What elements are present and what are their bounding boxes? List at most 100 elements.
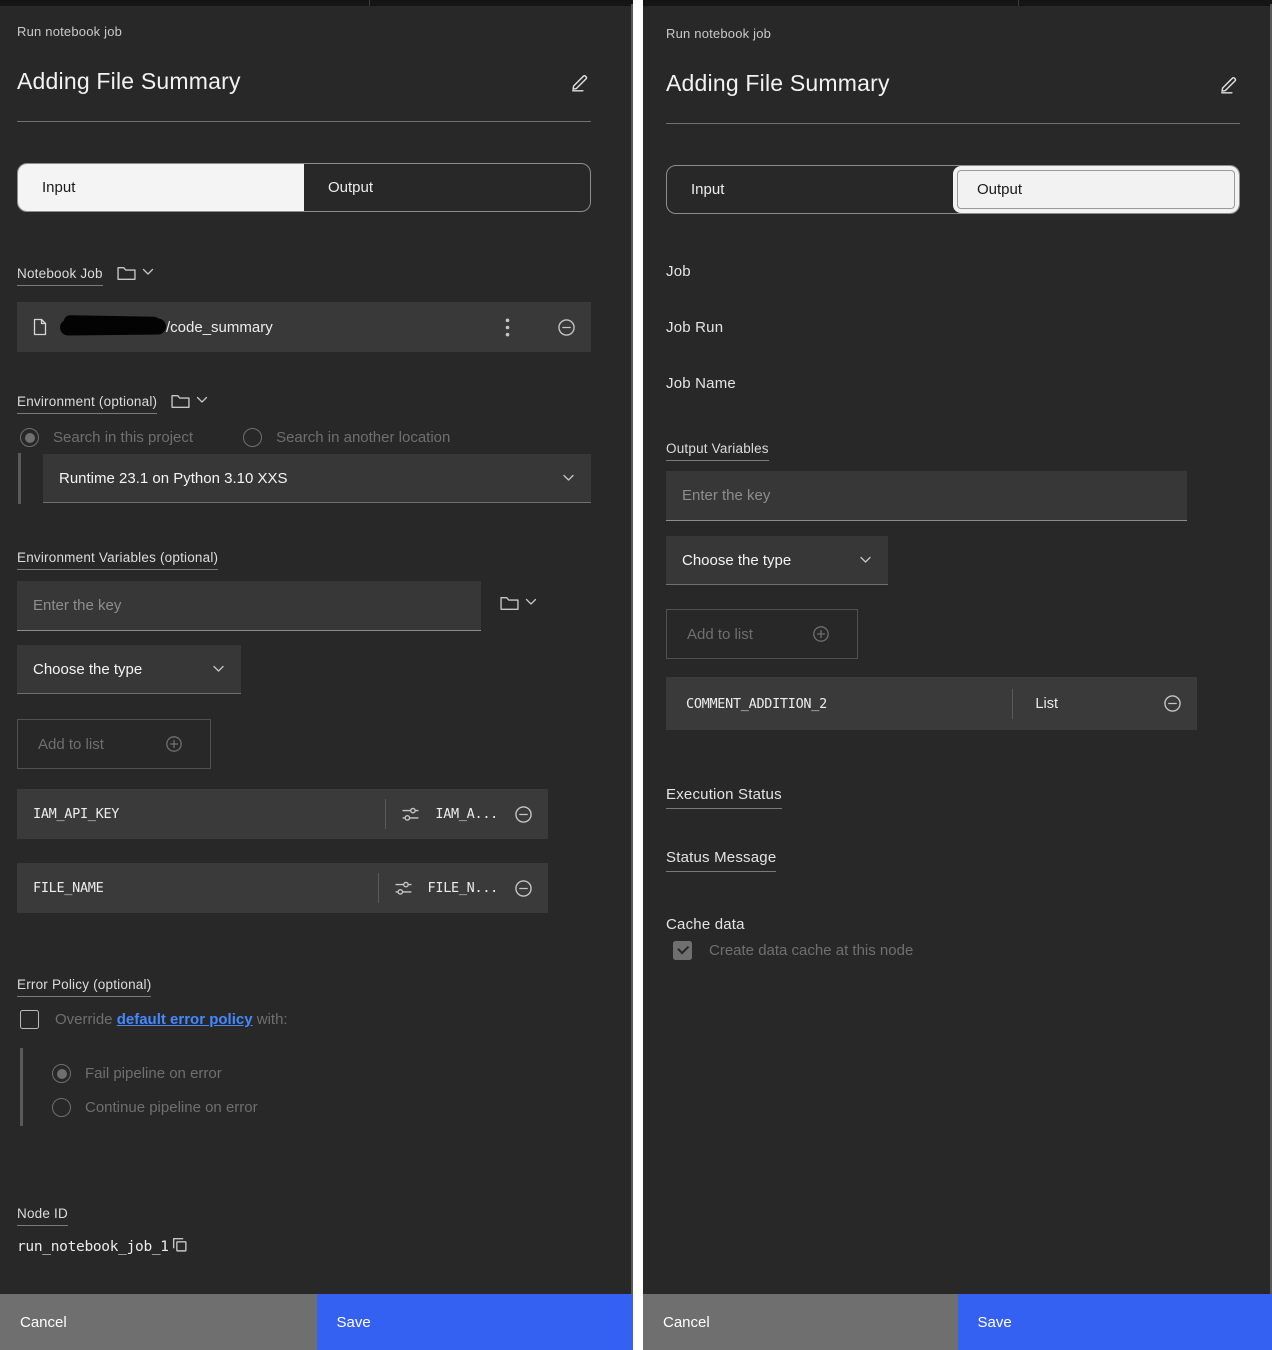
output-var-key: COMMENT_ADDITION_2 (682, 696, 827, 712)
remove-notebook-icon[interactable] (556, 317, 577, 338)
cancel-button[interactable]: Cancel (0, 1294, 317, 1350)
env-var-row: FILE_NAME FILE_N... (17, 863, 548, 913)
tab-input[interactable]: Input (18, 164, 304, 211)
panel-footer: Cancel Save (643, 1294, 1272, 1350)
add-to-list-button[interactable]: Add to list (17, 719, 211, 769)
run-notebook-job-panel-output: Run notebook job Adding File Summary Inp… (643, 0, 1272, 1350)
error-policy-label: Error Policy (optional) (17, 977, 151, 997)
top-strip (643, 0, 1272, 6)
chevron-down-icon (142, 268, 154, 276)
edit-title-button[interactable] (569, 71, 591, 93)
radio-search-this-project-label: Search in this project (53, 429, 193, 446)
output-variables-label: Output Variables (666, 441, 769, 461)
radio-search-another-location[interactable] (243, 428, 262, 447)
redacted-path-text (60, 318, 166, 335)
run-notebook-job-panel-input: Run notebook job Adding File Summary Inp… (0, 0, 633, 1350)
override-text-prefix: Override (55, 1011, 117, 1028)
add-to-list-label: Add to list (38, 736, 104, 753)
chevron-down-icon (525, 598, 537, 606)
status-message-label: Status Message (666, 849, 776, 872)
title-divider (17, 121, 591, 122)
folder-icon (500, 596, 519, 611)
radio-search-another-location-label: Search in another location (276, 429, 450, 446)
env-var-row: IAM_API_KEY IAM_A... (17, 789, 548, 839)
remove-row-icon[interactable] (513, 804, 534, 825)
save-button[interactable]: Save (958, 1294, 1272, 1350)
runtime-dropdown[interactable]: Runtime 23.1 on Python 3.10 XXS (43, 454, 591, 503)
radio-continue-pipeline[interactable] (52, 1098, 71, 1117)
radio-fail-pipeline[interactable] (52, 1064, 71, 1083)
add-to-list-button[interactable]: Add to list (666, 609, 858, 659)
chevron-down-icon (562, 474, 575, 482)
chevron-down-icon (859, 556, 872, 564)
environment-label: Environment (optional) (17, 394, 157, 414)
settings-adjust-icon[interactable] (394, 879, 413, 898)
edit-pencil-icon (1218, 73, 1240, 95)
env-var-value: FILE_N... (428, 880, 498, 896)
env-var-value: IAM_A... (435, 806, 498, 822)
save-button[interactable]: Save (317, 1294, 634, 1350)
tab-output[interactable]: Output (304, 164, 590, 211)
env-var-type-dropdown[interactable]: Choose the type (17, 645, 241, 694)
radio-search-this-project[interactable] (20, 428, 39, 447)
copy-icon[interactable] (171, 1236, 188, 1253)
node-id-label: Node ID (17, 1206, 68, 1226)
chevron-down-icon (212, 665, 225, 673)
panel-footer: Cancel Save (0, 1294, 633, 1350)
indent-line (18, 453, 21, 504)
edit-pencil-icon (569, 71, 591, 93)
notebook-job-label: Notebook Job (17, 266, 103, 286)
cache-data-label: Cache data (666, 916, 745, 933)
title-divider (666, 123, 1240, 124)
node-id-value: run_notebook_job_1 (17, 1239, 169, 1255)
tab-output[interactable]: Output (953, 166, 1239, 213)
job-field-label: Job (666, 263, 691, 280)
cache-checkbox-label: Create data cache at this node (709, 942, 913, 959)
remove-row-icon[interactable] (513, 878, 534, 899)
radio-fail-pipeline-label: Fail pipeline on error (85, 1065, 222, 1082)
top-strip (0, 0, 633, 6)
output-var-type-value: Choose the type (682, 552, 791, 569)
env-var-key-input[interactable] (17, 581, 481, 631)
job-run-field-label: Job Run (666, 319, 723, 336)
job-name-field-label: Job Name (666, 375, 736, 392)
edit-title-button[interactable] (1218, 73, 1240, 95)
output-var-type-dropdown[interactable]: Choose the type (666, 536, 888, 585)
env-var-key: IAM_API_KEY (33, 806, 119, 822)
row-divider (1012, 689, 1013, 719)
input-output-tabs: Input Output (17, 163, 591, 212)
default-error-policy-link[interactable]: default error policy (117, 1011, 253, 1028)
add-to-list-label: Add to list (687, 626, 753, 643)
output-var-row: COMMENT_ADDITION_2 List (666, 677, 1197, 730)
environment-variables-label: Environment Variables (optional) (17, 550, 218, 570)
override-text-suffix: with: (253, 1011, 288, 1028)
notebook-job-browse[interactable] (117, 266, 154, 281)
panel-context-label: Run notebook job (17, 24, 122, 39)
chevron-down-icon (196, 396, 208, 404)
input-output-tabs: Input Output (666, 165, 1240, 214)
remove-row-icon[interactable] (1162, 693, 1183, 714)
document-icon (33, 318, 47, 336)
add-circle-icon (164, 734, 184, 754)
row-divider (385, 799, 386, 829)
panel-context-label: Run notebook job (666, 26, 771, 41)
runtime-dropdown-value: Runtime 23.1 on Python 3.10 XXS (59, 470, 287, 487)
panel-scroll-edge[interactable] (631, 4, 633, 1294)
override-checkbox[interactable] (20, 1010, 39, 1029)
env-var-key-browse[interactable] (500, 596, 537, 611)
node-title: Adding File Summary (666, 70, 890, 97)
add-circle-icon (811, 624, 831, 644)
cache-checkbox[interactable] (673, 941, 692, 960)
environment-browse[interactable] (171, 394, 208, 409)
env-var-key: FILE_NAME (33, 880, 103, 896)
output-var-key-input[interactable] (666, 471, 1187, 521)
node-title: Adding File Summary (17, 68, 241, 95)
notebook-file-name: /code_summary (166, 319, 273, 336)
cancel-button[interactable]: Cancel (643, 1294, 958, 1350)
overflow-menu-icon[interactable] (505, 318, 510, 337)
tab-input[interactable]: Input (667, 166, 953, 213)
row-divider (378, 873, 379, 903)
folder-icon (117, 266, 136, 281)
settings-adjust-icon[interactable] (401, 805, 420, 824)
indent-line (20, 1048, 23, 1126)
